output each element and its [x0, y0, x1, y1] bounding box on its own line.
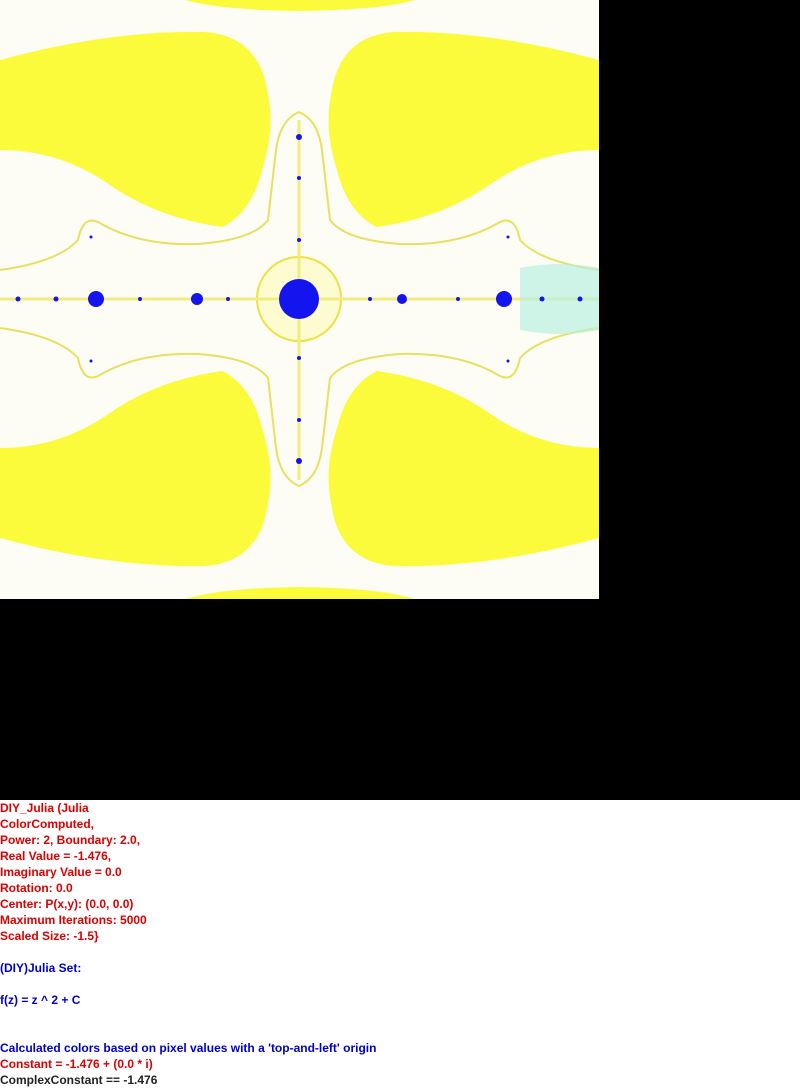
fractal-bulb — [296, 458, 302, 464]
info-line: (DIY)Julia Set: — [0, 961, 82, 975]
fractal-svg — [0, 0, 599, 599]
fractal-bulb — [506, 359, 510, 363]
fractal-bulb — [297, 176, 301, 180]
fractal-bulb — [506, 235, 510, 239]
fractal-bulb — [456, 297, 460, 301]
info-line: Rotation: 0.0 — [0, 881, 73, 895]
fractal-bulb — [368, 297, 372, 301]
fractal-bulb — [577, 296, 583, 302]
fractal-bulb — [15, 296, 21, 302]
info-line: Scaled Size: -1.5} — [0, 929, 99, 943]
fractal-bulb — [397, 294, 407, 304]
info-line: Constant = -1.476 + (0.0 * i) — [0, 1057, 153, 1071]
info-line: Maximum Iterations: 5000 — [0, 913, 147, 927]
fractal-bulb — [191, 293, 203, 305]
fractal-bulb — [88, 291, 104, 307]
fractal-bulb — [496, 291, 512, 307]
info-line: Center: P(x,y): (0.0, 0.0) — [0, 897, 134, 911]
fractal-bulb — [297, 356, 301, 360]
render-canvas — [0, 0, 800, 800]
fractal-bulb — [226, 297, 230, 301]
fractal-bulb — [297, 238, 301, 242]
fractal-bulb — [53, 296, 59, 302]
fractal-cyan-patch — [520, 264, 599, 334]
fractal-bulb — [297, 418, 301, 422]
fractal-bulb — [296, 134, 302, 140]
fractal-bulb — [89, 359, 93, 363]
fractal-info-panel: DIY_Julia (Julia ColorComputed, Power: 2, … — [0, 800, 800, 1088]
info-line: ColorComputed, — [0, 817, 94, 831]
fractal-bulb — [138, 297, 142, 301]
info-line: Power: 2, Boundary: 2.0, — [0, 833, 141, 847]
info-line: Calculated colors based on pixel values … — [0, 1041, 377, 1055]
fractal-bulb — [89, 235, 93, 239]
info-line: ComplexConstant == -1.476 — [0, 1073, 158, 1087]
julia-set-fractal-image — [0, 0, 599, 599]
info-line: f(z) = z ^ 2 + C — [0, 993, 81, 1007]
fractal-main-bulb — [279, 279, 319, 319]
info-line: Real Value = -1.476, — [0, 849, 112, 863]
info-line: Imaginary Value = 0.0 — [0, 865, 122, 879]
info-line: DIY_Julia (Julia — [0, 801, 89, 815]
fractal-bulb — [539, 296, 545, 302]
